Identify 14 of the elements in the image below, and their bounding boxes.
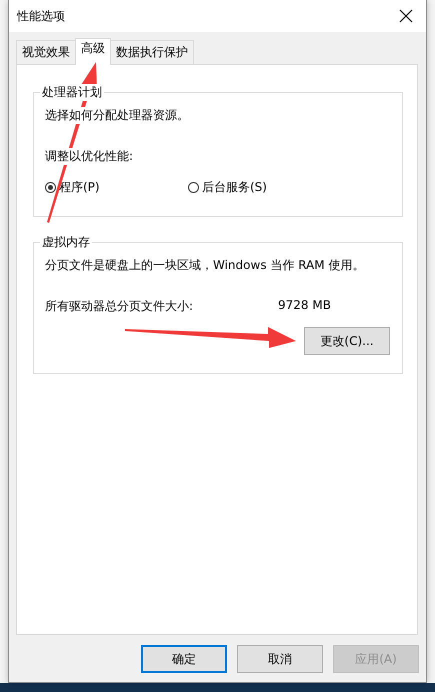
radio-option[interactable]: 后台服务(S) [188,179,331,196]
dialog-button[interactable]: 确定 [141,645,227,673]
window-title: 性能选项 [17,8,65,24]
dialog-button[interactable]: 取消 [237,645,323,673]
tab[interactable]: 数据执行保护 [110,40,194,64]
tab[interactable]: 高级 [75,38,111,65]
description-text: 分页文件是硬盘上的一块区域，Windows 当作 RAM 使用。 [45,257,366,274]
group-title: 虚拟内存 [40,234,92,251]
tab[interactable]: 视觉效果 [16,40,76,64]
change-button[interactable]: 更改(C)... [304,327,390,355]
size-value: 9728 MB [278,298,331,314]
field-label: 所有驱动器总分页文件大小: [45,298,194,315]
radio-icon[interactable] [188,182,199,193]
group-title: 处理器计划 [40,84,104,101]
